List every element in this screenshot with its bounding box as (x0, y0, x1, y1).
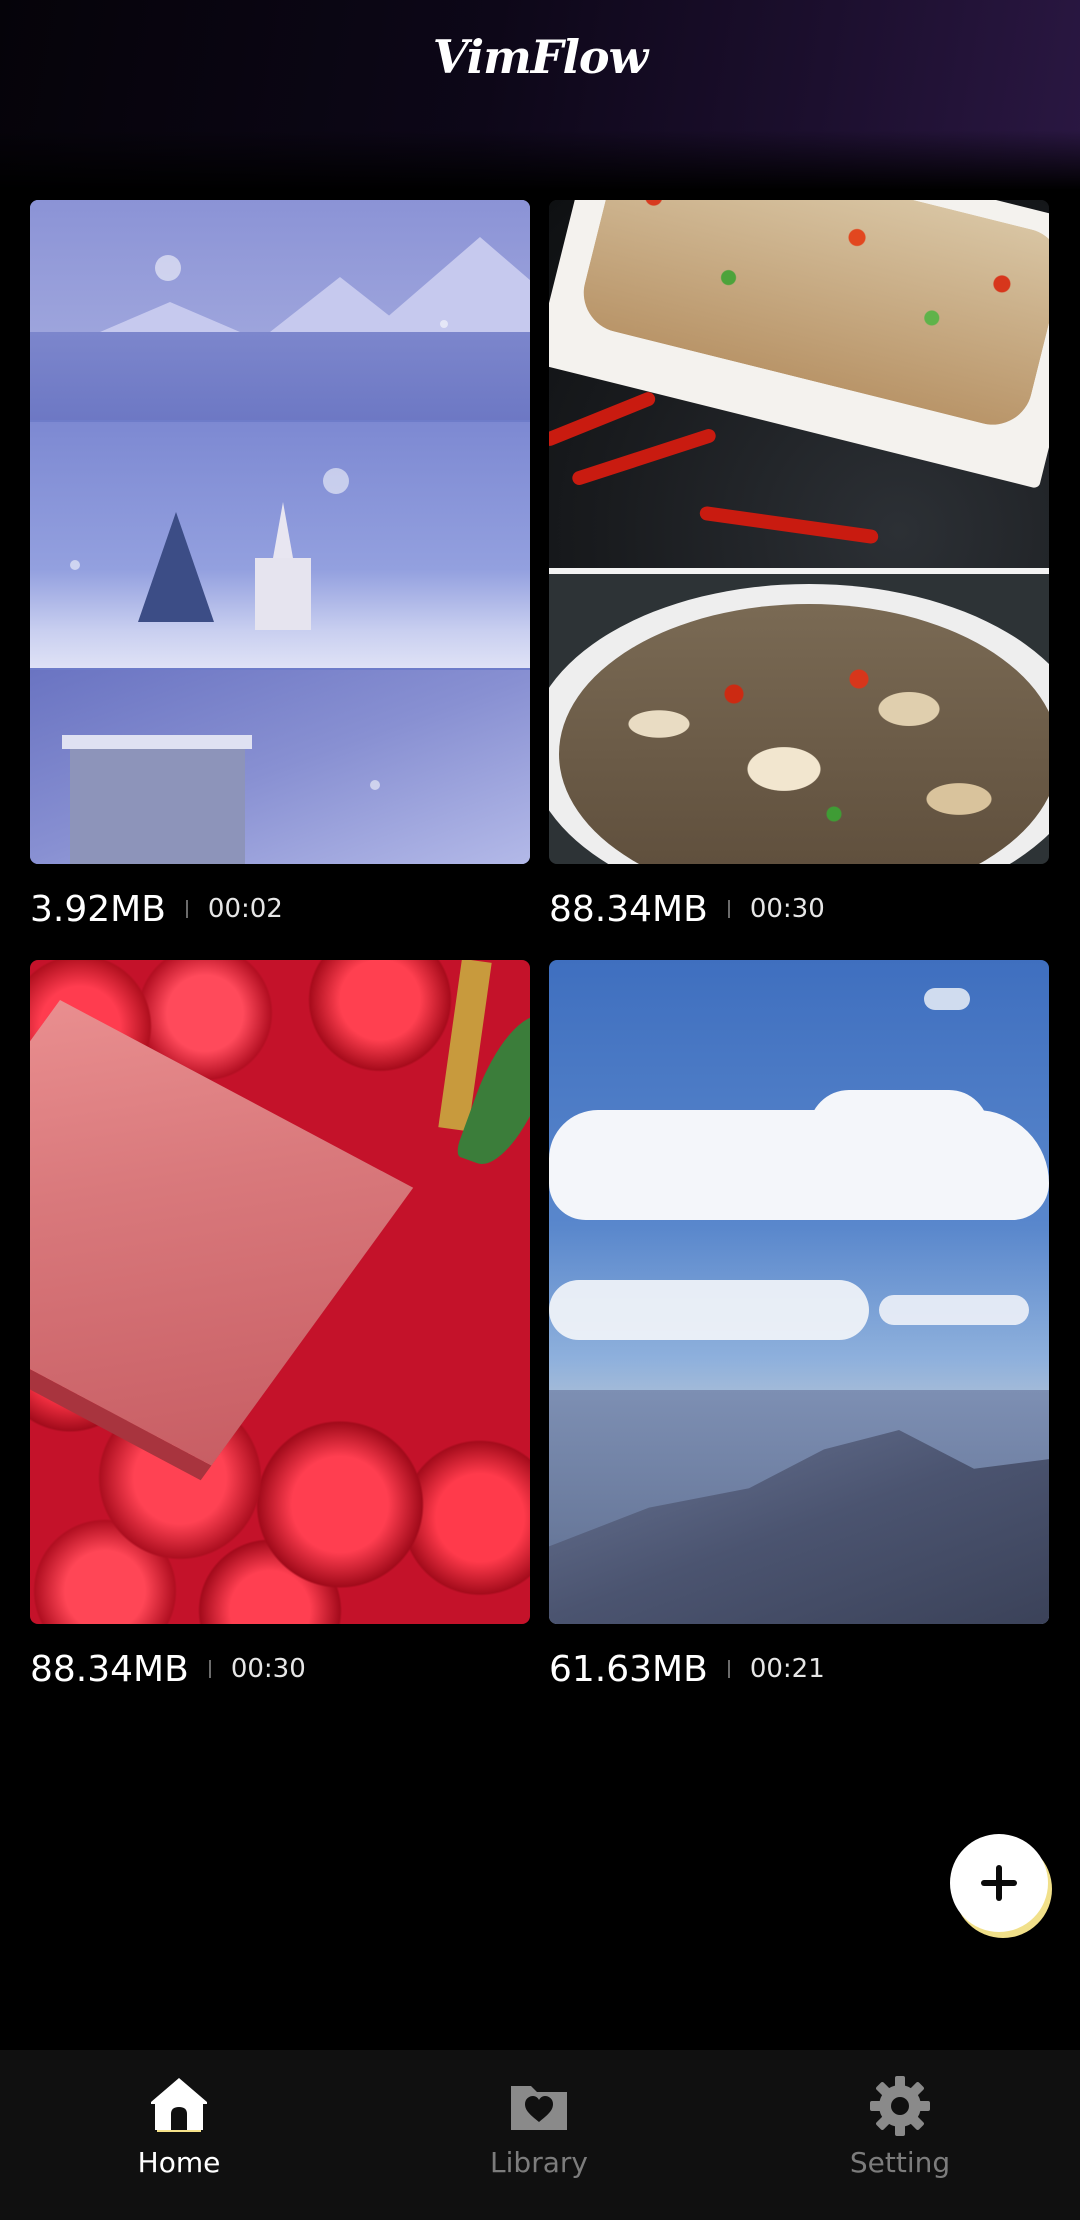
video-thumbnail[interactable] (549, 200, 1049, 864)
folder-heart-icon (507, 2074, 571, 2138)
video-duration: 00:02 (207, 894, 283, 924)
meta-divider (727, 900, 730, 918)
nav-item-library[interactable]: Library (439, 2074, 639, 2179)
video-size: 3.92MB (30, 888, 166, 930)
nav-label-library: Library (490, 2146, 588, 2179)
video-card[interactable]: 3.92MB 00:02 (30, 200, 530, 934)
video-thumbnail[interactable] (30, 960, 530, 1624)
video-card[interactable]: 88.34MB 00:30 (549, 200, 1049, 934)
video-card[interactable]: 61.63MB 00:21 (549, 960, 1049, 1694)
nav-item-setting[interactable]: Setting (800, 2074, 1000, 2179)
video-size: 88.34MB (549, 888, 708, 930)
nav-label-home: Home (137, 2146, 221, 2179)
video-thumbnail[interactable] (549, 960, 1049, 1624)
video-size: 88.34MB (30, 1648, 189, 1690)
video-duration: 00:30 (749, 894, 825, 924)
meta-divider (208, 1660, 211, 1678)
video-size: 61.63MB (549, 1648, 708, 1690)
bottom-nav: Home Library Setting (0, 2050, 1080, 2220)
gear-icon (868, 2074, 932, 2138)
nav-label-setting: Setting (849, 2146, 951, 2179)
video-thumbnail[interactable] (30, 200, 530, 864)
home-icon (147, 2074, 211, 2138)
plus-icon (981, 1865, 1017, 1901)
add-video-button[interactable] (950, 1834, 1048, 1932)
video-card[interactable]: 88.34MB 00:30 (30, 960, 530, 1694)
video-duration: 00:21 (749, 1654, 825, 1684)
app-title: VimFlow (432, 30, 648, 84)
meta-divider (727, 1660, 730, 1678)
app-header: VimFlow (0, 0, 1080, 190)
nav-item-home[interactable]: Home (79, 2074, 279, 2179)
meta-divider (185, 900, 188, 918)
video-duration: 00:30 (230, 1654, 306, 1684)
